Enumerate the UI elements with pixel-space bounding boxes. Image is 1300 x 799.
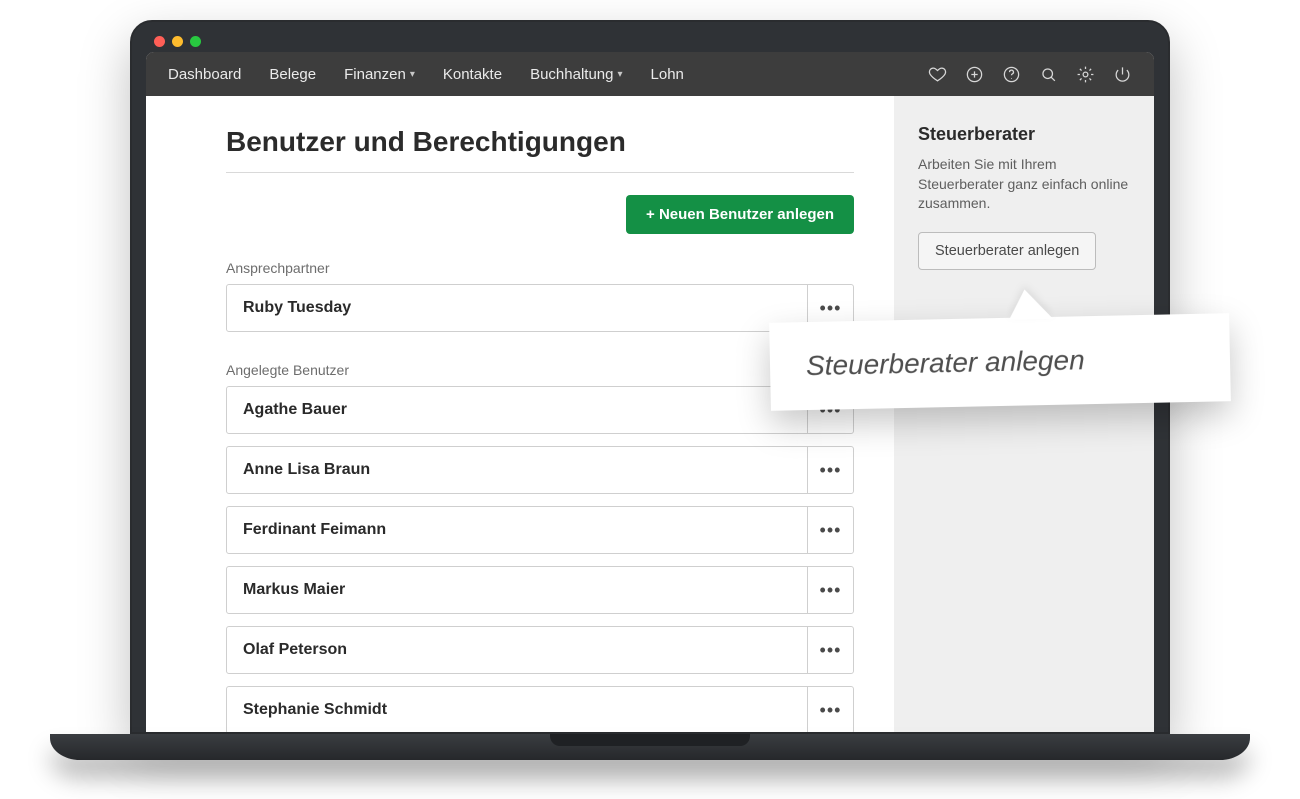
nav-finanzen[interactable]: Finanzen ▾: [344, 66, 415, 83]
nav-left: Dashboard Belege Finanzen ▾ Kontakte Buc…: [168, 66, 684, 83]
callout-tooltip: Steuerberater anlegen: [769, 313, 1231, 411]
nav-buchhaltung-label: Buchhaltung: [530, 66, 613, 83]
add-user-row: + Neuen Benutzer anlegen: [226, 195, 854, 234]
user-actions-button[interactable]: •••: [807, 447, 853, 493]
chevron-down-icon: ▾: [617, 69, 622, 80]
nav-dashboard[interactable]: Dashboard: [168, 66, 241, 83]
main-column: Benutzer und Berechtigungen + Neuen Benu…: [146, 96, 894, 732]
search-icon[interactable]: [1039, 65, 1058, 84]
user-actions-button[interactable]: •••: [807, 567, 853, 613]
contact-row[interactable]: Ruby Tuesday •••: [226, 284, 854, 332]
create-steuerberater-button[interactable]: Steuerberater anlegen: [918, 232, 1096, 270]
page-body: Benutzer und Berechtigungen + Neuen Benu…: [146, 96, 1154, 732]
user-name: Markus Maier: [227, 567, 807, 613]
help-icon[interactable]: [1002, 65, 1021, 84]
nav-kontakte[interactable]: Kontakte: [443, 66, 502, 83]
more-icon: •••: [820, 640, 842, 661]
power-icon[interactable]: [1113, 65, 1132, 84]
user-row[interactable]: Stephanie Schmidt •••: [226, 686, 854, 732]
user-name: Ferdinant Feimann: [227, 507, 807, 553]
heart-icon[interactable]: [928, 65, 947, 84]
plus-circle-icon[interactable]: [965, 65, 984, 84]
more-icon: •••: [820, 700, 842, 721]
page-title: Benutzer und Berechtigungen: [226, 126, 854, 173]
users-section-label: Angelegte Benutzer: [226, 362, 854, 378]
user-name: Anne Lisa Braun: [227, 447, 807, 493]
user-row[interactable]: Markus Maier •••: [226, 566, 854, 614]
nav-buchhaltung[interactable]: Buchhaltung ▾: [530, 66, 622, 83]
user-row[interactable]: Agathe Bauer •••: [226, 386, 854, 434]
contact-section-label: Ansprechpartner: [226, 260, 854, 276]
sidebar-title: Steuerberater: [918, 124, 1130, 145]
more-icon: •••: [820, 520, 842, 541]
sidebar-description: Arbeiten Sie mit Ihrem Steuerberater gan…: [918, 155, 1130, 214]
top-nav: Dashboard Belege Finanzen ▾ Kontakte Buc…: [146, 52, 1154, 96]
user-row[interactable]: Anne Lisa Braun •••: [226, 446, 854, 494]
nav-finanzen-label: Finanzen: [344, 66, 406, 83]
user-name: Stephanie Schmidt: [227, 687, 807, 732]
window-minimize-icon[interactable]: [172, 36, 183, 47]
user-name: Olaf Peterson: [227, 627, 807, 673]
contact-name: Ruby Tuesday: [227, 285, 807, 331]
add-user-button[interactable]: + Neuen Benutzer anlegen: [626, 195, 854, 234]
window-close-icon[interactable]: [154, 36, 165, 47]
user-actions-button[interactable]: •••: [807, 507, 853, 553]
gear-icon[interactable]: [1076, 65, 1095, 84]
user-actions-button[interactable]: •••: [807, 687, 853, 732]
more-icon: •••: [820, 298, 842, 319]
user-row[interactable]: Olaf Peterson •••: [226, 626, 854, 674]
nav-lohn[interactable]: Lohn: [651, 66, 684, 83]
chevron-down-icon: ▾: [410, 69, 415, 80]
callout-text: Steuerberater anlegen: [806, 344, 1085, 381]
window-titlebar: [146, 36, 1154, 52]
more-icon: •••: [820, 580, 842, 601]
more-icon: •••: [820, 460, 842, 481]
nav-belege[interactable]: Belege: [269, 66, 316, 83]
user-name: Agathe Bauer: [227, 387, 807, 433]
nav-right: [928, 65, 1132, 84]
laptop-base: [50, 734, 1250, 760]
user-actions-button[interactable]: •••: [807, 627, 853, 673]
window-maximize-icon[interactable]: [190, 36, 201, 47]
sidebar: Steuerberater Arbeiten Sie mit Ihrem Ste…: [894, 96, 1154, 732]
laptop-frame: Dashboard Belege Finanzen ▾ Kontakte Buc…: [130, 20, 1170, 760]
user-row[interactable]: Ferdinant Feimann •••: [226, 506, 854, 554]
